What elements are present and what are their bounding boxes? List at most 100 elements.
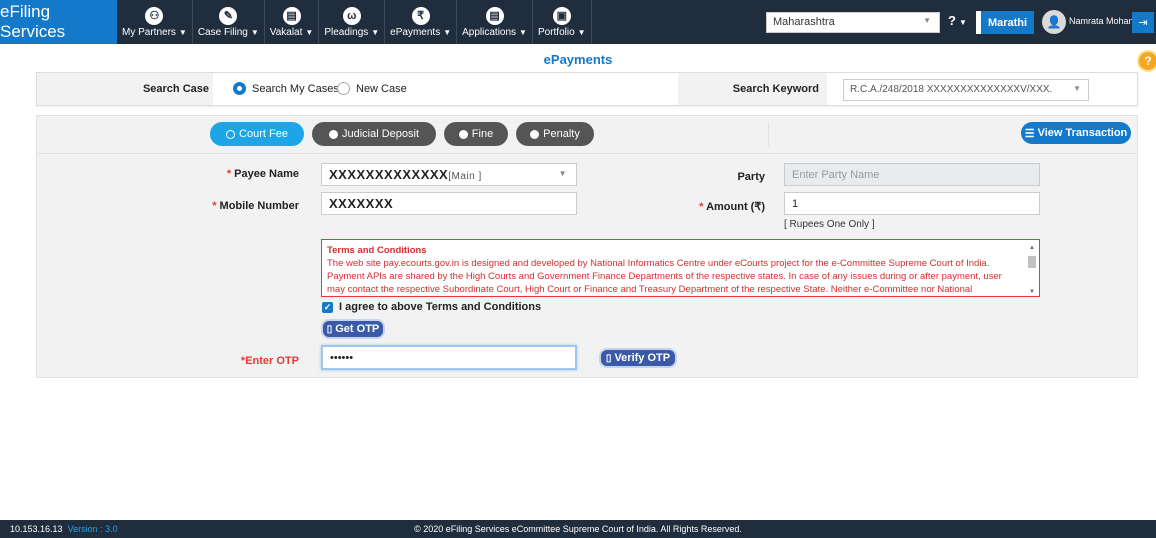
caret-down-icon: ▼: [371, 27, 380, 37]
payee-name-select[interactable]: XXXXXXXXXXXXX[Main ] ▼: [321, 163, 577, 186]
nav-pleadings[interactable]: ω Pleadings ▼: [319, 0, 386, 44]
caret-down-icon: ▼: [958, 18, 967, 27]
tab-label: Penalty: [543, 128, 580, 140]
otp-input[interactable]: ••••••: [321, 345, 577, 370]
scroll-thumb[interactable]: [1028, 256, 1036, 268]
terms-scrollbar[interactable]: ▲ ▼: [1027, 242, 1037, 296]
nav-applications[interactable]: ▤ Applications ▼: [457, 0, 533, 44]
radio-label: Search My Cases: [252, 82, 339, 95]
verify-otp-button[interactable]: ▯ Verify OTP: [599, 348, 677, 368]
terms-title: Terms and Conditions: [327, 245, 427, 256]
tab-penalty[interactable]: Penalty: [516, 122, 594, 146]
nav-my-partners[interactable]: ⚇ My Partners ▼: [117, 0, 193, 44]
language-button[interactable]: Marathi: [976, 11, 1034, 34]
page-title: ePayments: [543, 52, 613, 67]
nav-epayments[interactable]: ₹ ePayments ▼: [385, 0, 458, 44]
mobile-icon: ▯: [326, 323, 333, 335]
amount-in-words: [ Rupees One Only ]: [784, 219, 875, 230]
agree-label: I agree to above Terms and Conditions: [339, 301, 542, 313]
briefcase-icon: ▣: [552, 6, 571, 25]
terms-box[interactable]: Terms and Conditions The web site pay.ec…: [321, 239, 1040, 297]
get-otp-button[interactable]: ▯ Get OTP: [321, 319, 385, 339]
amount-label: * Amount (₹): [699, 201, 765, 213]
help-label: ?: [948, 13, 956, 28]
tab-label: Fine: [471, 128, 494, 140]
keyword-value: R.C.A./248/2018 XXXXXXXXXXXXXXV/XXX.: [850, 84, 1053, 95]
payee-value: XXXXXXXXXXXXX: [329, 167, 449, 182]
search-keyword-select[interactable]: R.C.A./248/2018 XXXXXXXXXXXXXXV/XXX. ▼: [843, 79, 1089, 101]
mobile-number-label: * Mobile Number: [212, 200, 299, 212]
scroll-up-icon[interactable]: ▲: [1027, 242, 1037, 255]
nav-label: Applications: [462, 26, 517, 38]
copyright: © 2020 eFiling Services eCommittee Supre…: [414, 524, 742, 534]
new-case-radio[interactable]: New Case: [337, 82, 407, 95]
chevron-down-icon: ▼: [1073, 84, 1081, 93]
get-otp-label: Get OTP: [335, 323, 380, 335]
partners-icon: ⚇: [145, 6, 164, 25]
caret-down-icon: ▼: [577, 27, 586, 37]
search-my-cases-radio[interactable]: Search My Cases: [233, 82, 339, 95]
list-icon: ☰: [1024, 127, 1035, 140]
radio-unselected-icon: [337, 82, 350, 95]
search-case-label: Search Case: [37, 73, 213, 105]
document-icon: ▤: [282, 6, 301, 25]
state-value: Maharashtra: [773, 16, 835, 28]
version-label: Version : 3.0: [67, 524, 118, 534]
tab-label: Court Fee: [239, 128, 288, 140]
footer: © 2020 eFiling Services eCommittee Supre…: [0, 520, 1156, 538]
help-menu[interactable]: ? ▼: [948, 13, 967, 28]
chevron-down-icon: ▼: [558, 169, 567, 178]
nav-vakalat[interactable]: ▤ Vakalat ▼: [265, 0, 320, 44]
amount-input[interactable]: 1: [784, 192, 1040, 215]
payment-form-panel: Court Fee Judicial Deposit Fine Penalty …: [36, 115, 1138, 378]
user-name[interactable]: Namrata Mohan...: [1069, 16, 1141, 26]
agree-checkbox[interactable]: ✓ I agree to above Terms and Conditions: [322, 301, 541, 313]
divider: [768, 122, 769, 146]
brand-logo[interactable]: eFiling Services: [0, 0, 117, 44]
tab-fine[interactable]: Fine: [444, 122, 508, 146]
logout-icon[interactable]: ⇥: [1132, 12, 1154, 33]
caret-down-icon: ▼: [178, 27, 187, 37]
state-select[interactable]: Maharashtra ▼: [766, 12, 940, 33]
chevron-down-icon: ▼: [923, 16, 931, 25]
caret-down-icon: ▼: [305, 27, 314, 37]
rupee-icon: ₹: [411, 6, 430, 25]
search-panel: Search Case Search My Cases New Case Sea…: [36, 72, 1138, 106]
party-label: Party: [737, 171, 765, 183]
nav-label: Vakalat: [269, 26, 303, 38]
nav-label: Portfolio: [537, 26, 575, 38]
terms-text: The web site pay.ecourts.gov.in is desig…: [327, 258, 1002, 295]
radio-icon: [226, 129, 236, 139]
nav-label: Case Filing: [197, 26, 248, 38]
view-transaction-label: View Transaction: [1037, 127, 1128, 139]
footer-ip: 10.153.16.13 Version : 3.0: [10, 524, 118, 534]
otp-label: *Enter OTP: [240, 355, 299, 367]
radio-label: New Case: [356, 82, 407, 95]
checkbox-checked-icon[interactable]: ✓: [322, 301, 333, 313]
mobile-number-input[interactable]: XXXXXXX: [321, 192, 577, 215]
pencil-icon: ✎: [219, 6, 238, 25]
tab-label: Judicial Deposit: [341, 128, 420, 140]
pleadings-icon: ω: [342, 6, 361, 25]
search-keyword-label: Search Keyword: [678, 73, 827, 105]
verify-otp-label: Verify OTP: [614, 352, 671, 364]
nav-label: ePayments: [390, 26, 441, 38]
view-transaction-button[interactable]: ☰ View Transaction: [1021, 122, 1131, 144]
caret-down-icon: ▼: [519, 27, 527, 37]
tab-court-fee[interactable]: Court Fee: [210, 122, 304, 146]
payee-name-label: * Payee Name: [226, 168, 299, 180]
payment-type-tabs: Court Fee Judicial Deposit Fine Penalty …: [37, 116, 1137, 154]
scroll-down-icon[interactable]: ▼: [1027, 286, 1037, 296]
payee-suffix: [Main ]: [448, 171, 482, 182]
party-name-input[interactable]: Enter Party Name: [784, 163, 1040, 186]
radio-icon: [328, 129, 338, 139]
caret-down-icon: ▼: [443, 27, 452, 37]
caret-down-icon: ▼: [250, 27, 259, 37]
radio-icon: [530, 129, 540, 139]
user-avatar[interactable]: 👤: [1042, 10, 1066, 34]
nav-label: Pleadings: [324, 26, 369, 38]
nav-case-filing[interactable]: ✎ Case Filing ▼: [193, 0, 265, 44]
tab-judicial-deposit[interactable]: Judicial Deposit: [312, 122, 436, 146]
nav-portfolio[interactable]: ▣ Portfolio ▼: [533, 0, 592, 44]
mobile-icon: ▯: [605, 352, 612, 364]
